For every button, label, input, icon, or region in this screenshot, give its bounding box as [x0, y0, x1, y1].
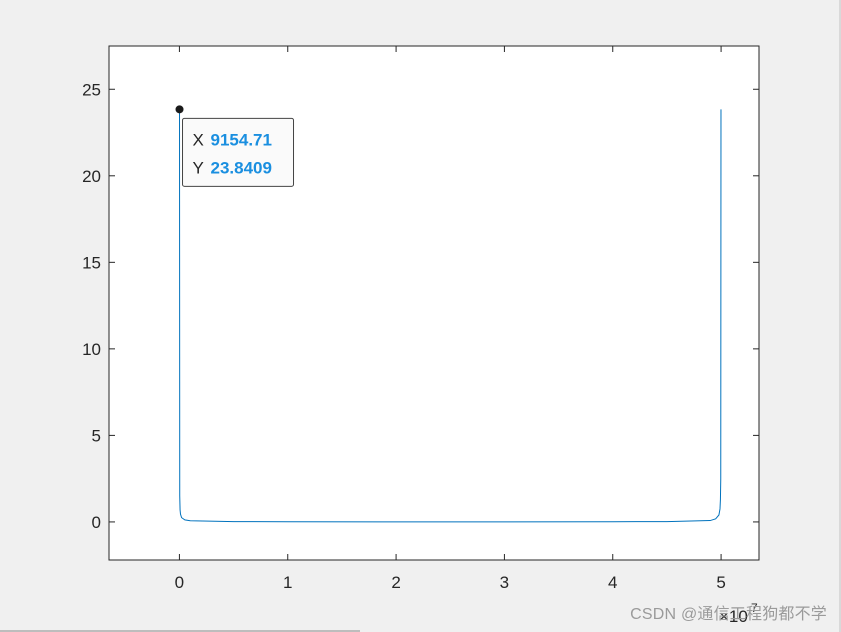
watermark: CSDN @通信工程狗都不学	[630, 606, 827, 623]
data-tip-x-value: 9154.71	[211, 130, 272, 149]
y-tick-label: 25	[82, 80, 101, 99]
data-tip-x-key: X	[193, 130, 204, 149]
y-tick-label: 15	[82, 253, 101, 272]
x-tick-label: 4	[608, 573, 617, 592]
y-tick-label: 5	[92, 426, 101, 445]
figure-canvas: 0 1 2 3 4 50510152025 ×10 7 X 9154.71 Y 23.84…	[82, 45, 760, 626]
x-tick-label: 1	[283, 573, 292, 592]
data-tip-marker[interactable]	[175, 105, 184, 114]
x-tick-label: 5	[716, 573, 725, 592]
x-tick-label: 0	[175, 573, 184, 592]
y-tick-label: 20	[82, 167, 101, 186]
x-tick-label: 3	[500, 573, 509, 592]
y-tick-label: 0	[92, 513, 101, 532]
data-tip-y-value: 23.8409	[211, 158, 272, 177]
y-tick-label: 10	[82, 340, 101, 359]
data-tip-y-key: Y	[193, 158, 204, 177]
x-tick-label: 2	[391, 573, 400, 592]
